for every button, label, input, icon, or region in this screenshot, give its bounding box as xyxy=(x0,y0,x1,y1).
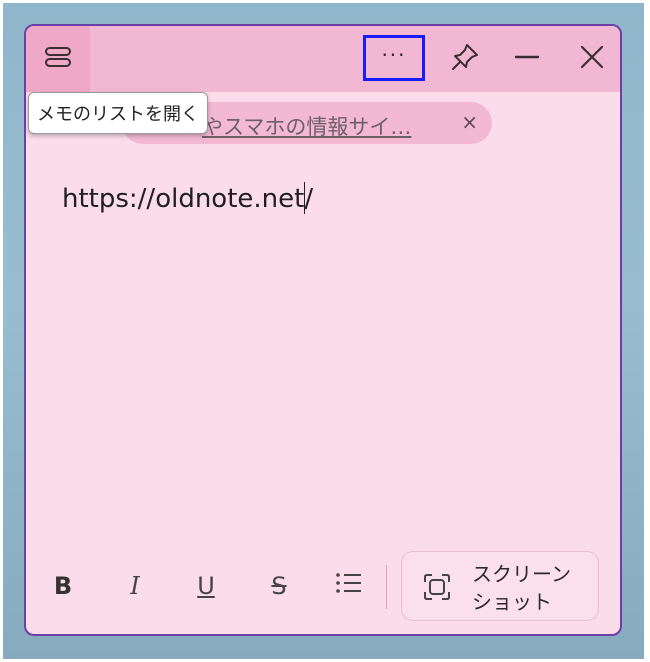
note-list-button[interactable] xyxy=(26,26,90,92)
format-toolbar: B I U S スクリーンショット xyxy=(26,551,620,623)
strikethrough-button[interactable]: S xyxy=(254,561,304,611)
bullet-list-button[interactable] xyxy=(324,561,374,611)
bold-button[interactable]: B xyxy=(38,561,88,611)
screenshot-label: スクリーンショット xyxy=(472,562,571,614)
note-body-text[interactable]: https://oldnote.net/ xyxy=(62,184,313,214)
screenshot-button[interactable]: スクリーンショット xyxy=(401,551,599,621)
pin-button[interactable] xyxy=(440,36,490,82)
screenshot-icon xyxy=(422,572,452,606)
title-bar: ··· xyxy=(26,26,620,92)
tag-link-text[interactable]: やスマホの情報サイ… xyxy=(202,111,411,141)
sticky-note-window: ··· やスマホの情報サイ… × メモのリストを開く https://oldno… xyxy=(24,24,622,636)
italic-button[interactable]: I xyxy=(110,561,160,611)
underline-button[interactable]: U xyxy=(181,561,231,611)
minimize-icon xyxy=(514,44,540,74)
pin-icon xyxy=(450,42,480,76)
more-icon: ··· xyxy=(381,43,407,67)
bullet-list-icon xyxy=(334,570,364,602)
close-icon xyxy=(579,44,605,74)
toolbar-divider xyxy=(386,565,387,609)
hamburger-icon xyxy=(44,46,72,72)
tooltip: メモのリストを開く xyxy=(28,92,208,134)
text-caret xyxy=(304,182,305,214)
close-button[interactable] xyxy=(567,36,617,82)
tag-remove-icon[interactable]: × xyxy=(461,110,478,134)
more-options-button[interactable]: ··· xyxy=(363,35,425,81)
minimize-button[interactable] xyxy=(502,36,552,82)
